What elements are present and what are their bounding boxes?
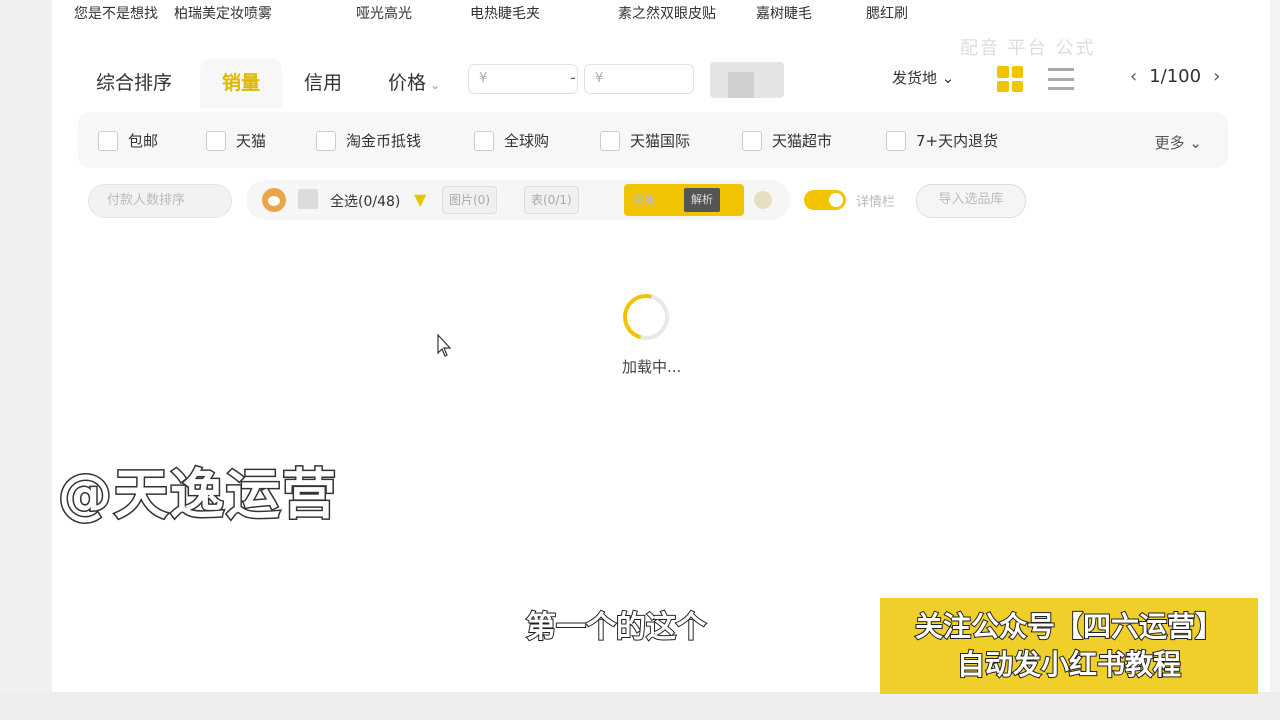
filter-label: 天猫超市	[772, 132, 833, 150]
checkbox[interactable]	[474, 130, 494, 151]
checkbox[interactable]	[742, 130, 762, 151]
tab-price[interactable]: 价格 ⌄	[388, 58, 440, 108]
tab-credit[interactable]: 信用	[304, 58, 342, 108]
filter-tmall-supermarket[interactable]: 天猫超市	[742, 130, 832, 151]
chevron-down-icon: ⌄	[430, 78, 441, 92]
brand-watermark: @天逸运营	[57, 462, 338, 528]
suggestion-item[interactable]: 柏瑞美定妆喷雾	[174, 3, 272, 23]
checkbox[interactable]	[316, 130, 336, 151]
promo-line-2: 自动发小红书教程	[956, 647, 1182, 682]
suggestion-item[interactable]: 电热睫毛夹	[470, 3, 540, 23]
import-library-button[interactable]: 导入选品库	[916, 184, 1026, 218]
suggestion-item[interactable]: 素之然双眼皮贴	[618, 3, 716, 23]
ship-from-label: 发货地	[892, 69, 938, 87]
video-subtitle: 第一个的这个	[525, 609, 707, 646]
image-count-button[interactable]: 图片(0)	[442, 186, 497, 214]
promo-line-1: 关注公众号【四六运营】	[914, 609, 1224, 644]
tab-sales[interactable]: 销量	[200, 58, 283, 108]
checkbox[interactable]	[886, 130, 906, 151]
pager: ‹ 1/100 ›	[1130, 66, 1220, 87]
filter-7day-return[interactable]: 7+天内退货	[886, 130, 998, 151]
filter-global[interactable]: 全球购	[474, 130, 549, 151]
suggestion-label: 您是不是想找	[74, 6, 158, 22]
promo-banner: 关注公众号【四六运营】 自动发小红书教程	[880, 598, 1258, 694]
list-view-icon[interactable]	[1048, 68, 1074, 90]
analyze-button[interactable]: 解析	[684, 188, 720, 212]
suggestion-item[interactable]: 嘉树睫毛	[756, 3, 812, 23]
select-all-checkbox[interactable]	[298, 189, 318, 209]
shiba-logo-icon	[262, 188, 286, 212]
filter-label: 包邮	[128, 132, 159, 150]
more-label: 更多	[1154, 134, 1185, 152]
filter-label: 淘金币抵钱	[346, 132, 422, 150]
filter-free-shipping[interactable]: 包邮	[98, 130, 158, 151]
select-all-label[interactable]: 全选(0/48)	[330, 191, 400, 211]
loading-text: 加载中...	[622, 358, 682, 376]
bottom-strip	[0, 692, 1280, 720]
price-confirm-button[interactable]	[710, 62, 784, 98]
tab-comprehensive[interactable]: 综合排序	[96, 58, 172, 108]
filter-label: 天猫国际	[630, 132, 691, 150]
page-indicator: 1/100	[1149, 66, 1202, 87]
detail-toggle[interactable]	[804, 190, 846, 210]
price-min-input[interactable]: ¥	[468, 64, 578, 94]
filter-label: 全球购	[504, 132, 550, 150]
suggestion-item[interactable]: 哑光高光	[356, 3, 412, 23]
table-count-button[interactable]: 表(0/1)	[524, 186, 579, 214]
collect-group[interactable]: 采集 解析	[624, 184, 744, 216]
filter-tmall[interactable]: 天猫	[206, 130, 266, 151]
ship-from-dropdown[interactable]: 发货地 ⌄	[892, 67, 954, 88]
next-page-button[interactable]: ›	[1213, 66, 1220, 87]
checkbox[interactable]	[600, 130, 620, 151]
detail-toggle-label: 详情栏	[856, 195, 896, 210]
filter-tmall-intl[interactable]: 天猫国际	[600, 130, 690, 151]
plugin-toolbar: 全选(0/48) ▼ 图片(0) 表(0/1) 采集 解析	[246, 180, 790, 220]
chevron-down-icon: ⌄	[1184, 134, 1202, 152]
suggestion-item[interactable]: 腮红刷	[866, 3, 908, 23]
sort-by-payers-button[interactable]: 付款人数排序	[88, 184, 232, 218]
chevron-down-icon: ⌄	[937, 69, 955, 87]
filter-label: 天猫	[236, 132, 267, 150]
more-filters-button[interactable]: 更多 ⌄	[1155, 132, 1202, 153]
collect-label: 采集	[632, 193, 657, 207]
filter-label: 7+天内退货	[916, 132, 999, 150]
price-max-input[interactable]: ¥	[584, 64, 694, 94]
filter-bar: 包邮 天猫 淘金币抵钱 全球购 天猫国际 天猫超市 7+天内退货 更多 ⌄	[78, 112, 1228, 168]
tab-price-label: 价格	[388, 72, 427, 94]
grid-view-icon[interactable]	[997, 66, 1023, 92]
sort-by-payers-label: 付款人数排序	[107, 193, 186, 208]
settings-circle-icon[interactable]	[754, 191, 772, 209]
filter-funnel-icon[interactable]: ▼	[414, 190, 426, 209]
redacted-block	[728, 72, 754, 98]
left-gutter	[0, 0, 52, 692]
checkbox[interactable]	[206, 130, 226, 151]
filter-taojinbi[interactable]: 淘金币抵钱	[316, 130, 421, 151]
prev-page-button[interactable]: ‹	[1130, 66, 1137, 87]
loading-spinner-icon	[614, 285, 678, 349]
right-gutter	[1270, 0, 1280, 692]
price-dash: -	[570, 68, 576, 87]
checkbox[interactable]	[98, 130, 118, 151]
